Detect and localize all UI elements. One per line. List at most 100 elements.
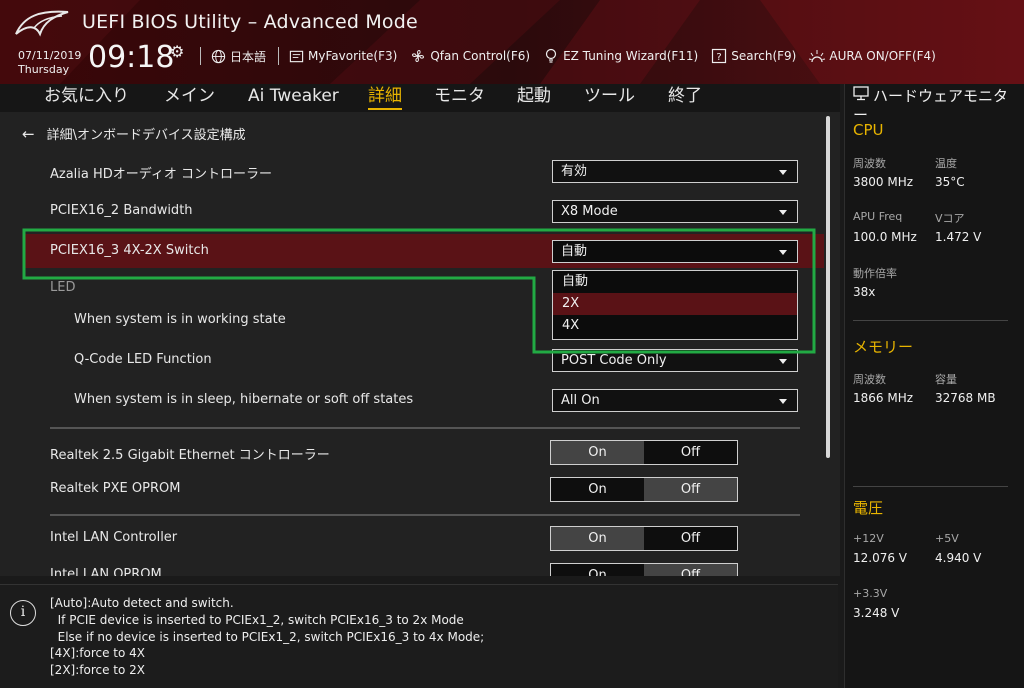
- monitor-divider: [853, 486, 1008, 487]
- azalia-select[interactable]: 有効: [552, 160, 798, 183]
- app-title: UEFI BIOS Utility – Advanced Mode: [82, 11, 418, 33]
- dropdown-option-4x[interactable]: 4X: [553, 315, 797, 337]
- apu-freq-value: 100.0 MHz: [853, 230, 917, 244]
- ratio-value: 38x: [853, 285, 876, 299]
- aura-toggle-button[interactable]: AURA ON/OFF(F4): [808, 47, 936, 65]
- fan-icon: [409, 47, 427, 65]
- qcode-led-value: POST Code Only: [561, 353, 667, 368]
- toolbar-divider: [278, 47, 280, 65]
- aura-icon: [808, 47, 826, 65]
- v12-label: +12V: [853, 532, 884, 545]
- tab-favorites[interactable]: お気に入り: [44, 84, 129, 108]
- toggle-on-option[interactable]: On: [551, 527, 644, 550]
- intel-lan-label: Intel LAN Controller: [50, 530, 178, 545]
- chevron-down-icon: [779, 210, 787, 215]
- cpu-freq-label: 周波数: [853, 157, 886, 170]
- globe-icon: [209, 47, 227, 65]
- mem-freq-value: 1866 MHz: [853, 391, 914, 405]
- azalia-value: 有効: [561, 164, 588, 179]
- pciex16-2-select[interactable]: X8 Mode: [552, 200, 798, 223]
- toggle-off-option[interactable]: Off: [644, 441, 737, 464]
- back-arrow-icon[interactable]: ←: [22, 125, 35, 143]
- help-text: [Auto]:Auto detect and switch. If PCIE d…: [50, 595, 484, 679]
- chevron-down-icon: [779, 250, 787, 255]
- clock-time: 09:18: [88, 40, 175, 75]
- settings-panel: ← 詳細\オンボードデバイス設定構成 Azalia HDオーディオ コントローラ…: [0, 112, 840, 576]
- v5-label: +5V: [935, 532, 959, 545]
- qcode-led-select[interactable]: POST Code Only: [552, 349, 798, 372]
- help-description-panel: i [Auto]:Auto detect and switch. If PCIE…: [0, 584, 838, 688]
- tab-ai-tweaker[interactable]: Ai Tweaker: [248, 84, 339, 108]
- qfan-control-button[interactable]: Qfan Control(F6): [409, 47, 530, 65]
- intel-lan-toggle[interactable]: On Off: [550, 526, 738, 551]
- date-text: 07/11/2019: [18, 49, 82, 62]
- qcode-led-label: Q-Code LED Function: [74, 352, 212, 367]
- search-label: Search(F9): [731, 49, 797, 63]
- bulb-icon: [542, 47, 560, 65]
- hardware-monitor-panel: ハードウェアモニター CPU 周波数 温度 3800 MHz 35°C APU …: [844, 84, 1024, 688]
- v5-value: 4.940 V: [935, 551, 982, 565]
- v33-value: 3.248 V: [853, 606, 900, 620]
- myfavorite-label: MyFavorite(F3): [308, 49, 398, 63]
- cpu-freq-value: 3800 MHz: [853, 175, 914, 189]
- tab-tool[interactable]: ツール: [584, 84, 635, 108]
- toggle-on-option[interactable]: On: [551, 564, 644, 576]
- sleep-state-label: When system is in sleep, hibernate or so…: [74, 392, 414, 407]
- myfavorite-button[interactable]: MyFavorite(F3): [287, 47, 397, 65]
- sleep-state-value: All On: [561, 393, 600, 408]
- settings-scrollbar[interactable]: [826, 116, 830, 458]
- toggle-off-option[interactable]: Off: [644, 564, 737, 576]
- tab-main[interactable]: メイン: [164, 84, 215, 108]
- chevron-down-icon: [779, 399, 787, 404]
- help-line: [4X]:force to 4X: [50, 646, 146, 661]
- search-icon: ?: [710, 47, 728, 65]
- working-state-label: When system is in working state: [74, 312, 286, 327]
- monitor-title-text: ハードウェアモニター: [853, 87, 1009, 124]
- section-divider: [50, 427, 800, 429]
- pciex16-3-select[interactable]: 自動: [552, 240, 798, 263]
- language-button[interactable]: 日本語: [209, 47, 266, 65]
- qfan-control-label: Qfan Control(F6): [430, 49, 531, 63]
- dropdown-option-2x[interactable]: 2X: [553, 293, 797, 315]
- ez-tuning-wizard-label: EZ Tuning Wizard(F11): [563, 49, 699, 63]
- search-button[interactable]: ? Search(F9): [710, 47, 796, 65]
- intel-lan-oprom-toggle[interactable]: On Off: [550, 563, 738, 576]
- info-icon: i: [10, 600, 36, 626]
- tab-exit[interactable]: 終了: [668, 84, 702, 108]
- help-line: If PCIE device is inserted to PCIEx1_2, …: [50, 612, 464, 627]
- monitor-title: ハードウェアモニター: [853, 86, 1021, 125]
- language-label: 日本語: [230, 49, 267, 64]
- date-display: 07/11/2019 Thursday: [18, 49, 81, 77]
- rog-logo: [15, 10, 69, 37]
- monitor-icon: [853, 86, 869, 106]
- toggle-on-option[interactable]: On: [551, 478, 644, 501]
- realtek-ethernet-toggle[interactable]: On Off: [550, 440, 738, 465]
- tab-monitor[interactable]: モニタ: [434, 84, 485, 108]
- tab-advanced[interactable]: 詳細: [368, 84, 402, 110]
- toggle-on-option[interactable]: On: [551, 441, 644, 464]
- clock-settings-gear-icon[interactable]: ⚙: [170, 42, 184, 61]
- cpu-section-title: CPU: [853, 121, 884, 139]
- led-section-label: LED: [50, 280, 76, 295]
- pciex16-2-label: PCIEX16_2 Bandwidth: [50, 203, 193, 218]
- toggle-off-option[interactable]: Off: [644, 527, 737, 550]
- realtek-ethernet-label: Realtek 2.5 Gigabit Ethernet コントローラー: [50, 448, 330, 463]
- dropdown-option-auto[interactable]: 自動: [553, 271, 797, 293]
- tab-boot[interactable]: 起動: [517, 84, 551, 108]
- toggle-off-option[interactable]: Off: [644, 478, 737, 501]
- help-line: [Auto]:Auto detect and switch.: [50, 596, 234, 610]
- sleep-state-select[interactable]: All On: [552, 389, 798, 412]
- mem-capacity-label: 容量: [935, 373, 957, 386]
- realtek-pxe-toggle[interactable]: On Off: [550, 477, 738, 502]
- mem-freq-label: 周波数: [853, 373, 886, 386]
- vcore-value: 1.472 V: [935, 230, 982, 244]
- v12-value: 12.076 V: [853, 551, 908, 565]
- section-divider: [50, 514, 800, 516]
- header-bar: UEFI BIOS Utility – Advanced Mode 07/11/…: [0, 0, 1024, 84]
- ez-tuning-wizard-button[interactable]: EZ Tuning Wizard(F11): [542, 47, 698, 65]
- azalia-label: Azalia HDオーディオ コントローラー: [50, 167, 273, 182]
- cpu-temp-label: 温度: [935, 157, 957, 170]
- mem-capacity-value: 32768 MB: [935, 391, 996, 405]
- day-text: Thursday: [18, 63, 70, 76]
- apu-freq-label: APU Freq: [853, 210, 903, 223]
